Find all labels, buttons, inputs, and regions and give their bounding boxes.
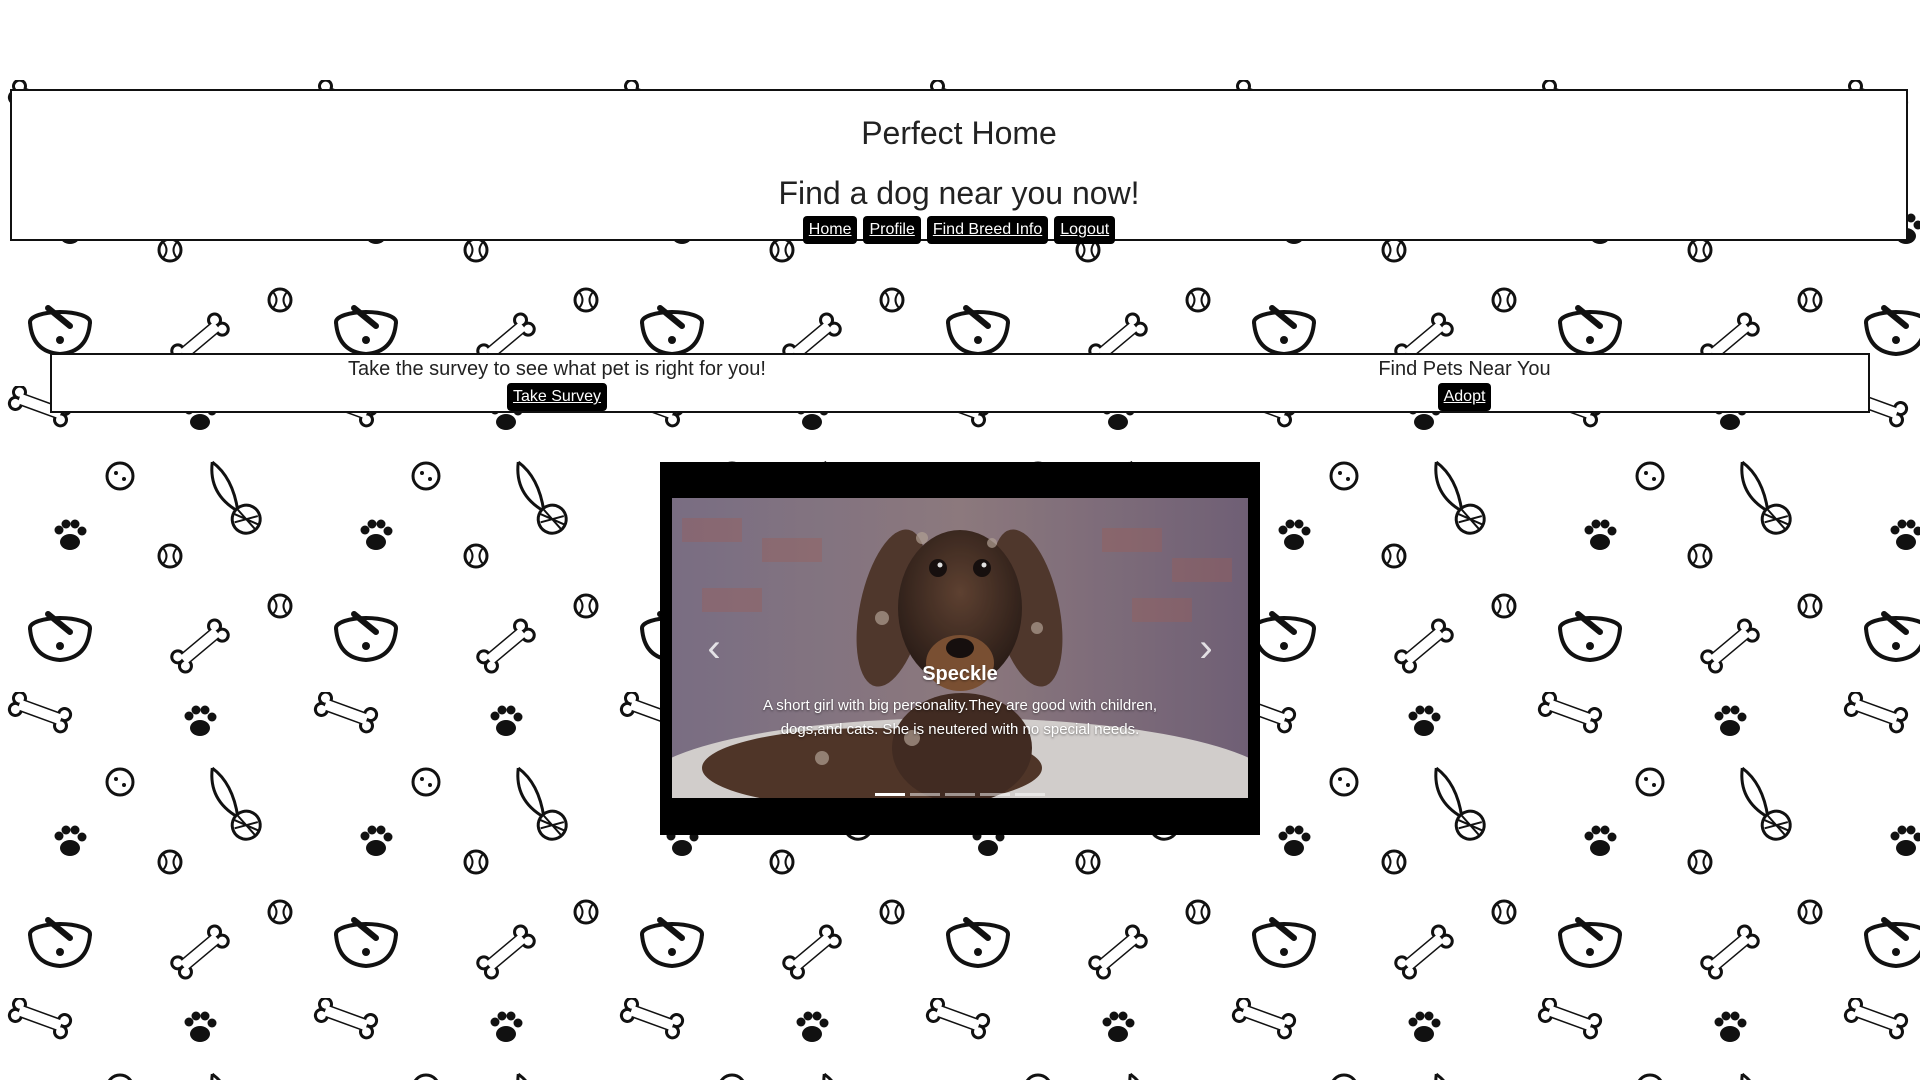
pet-description: A short girl with big personality.They a… — [762, 697, 1158, 738]
find-pets-section: Find Pets Near You Adopt — [1052, 355, 1877, 411]
pet-name: Speckle — [922, 663, 998, 685]
carousel-next-button[interactable]: › — [1186, 618, 1226, 678]
dachshund-photo-icon — [672, 498, 1248, 798]
survey-text: Take the survey to see what pet is right… — [348, 358, 766, 380]
carousel-indicator[interactable] — [980, 793, 1010, 796]
nav-logout-button[interactable]: Logout — [1054, 216, 1116, 244]
take-survey-button[interactable]: Take Survey — [506, 383, 608, 411]
page: Perfect Home Find a dog near you now! Ho… — [0, 0, 1920, 1080]
carousel-indicator[interactable] — [910, 793, 940, 796]
slide-caption: Speckle A short girl with big personalit… — [742, 662, 1178, 742]
nav-find-breed-info-button[interactable]: Find Breed Info — [926, 216, 1049, 244]
nav-home-button[interactable]: Home — [802, 216, 858, 244]
carousel-indicator[interactable] — [875, 793, 905, 796]
adopt-button[interactable]: Adopt — [1437, 383, 1492, 411]
carousel-slide: ‹ › Speckle A short girl with big person… — [672, 498, 1248, 798]
find-pets-text: Find Pets Near You — [1378, 358, 1551, 380]
chevron-right-icon: › — [1199, 626, 1213, 670]
site-header: Perfect Home Find a dog near you now! Ho… — [10, 89, 1908, 244]
site-title: Perfect Home — [861, 115, 1057, 151]
nav-profile-button[interactable]: Profile — [863, 216, 921, 244]
pet-carousel: ‹ › Speckle A short girl with big person… — [660, 462, 1260, 835]
carousel-indicator[interactable] — [1015, 793, 1045, 796]
carousel-prev-button[interactable]: ‹ — [694, 618, 734, 678]
main-nav: Home Profile Find Breed Info Logout — [12, 216, 1906, 244]
carousel-indicators — [672, 793, 1248, 796]
survey-section: Take the survey to see what pet is right… — [232, 355, 882, 411]
cta-panel: Take the survey to see what pet is right… — [50, 353, 1870, 413]
page-subtitle: Find a dog near you now! — [778, 175, 1140, 211]
carousel-indicator[interactable] — [945, 793, 975, 796]
chevron-left-icon: ‹ — [707, 626, 721, 670]
